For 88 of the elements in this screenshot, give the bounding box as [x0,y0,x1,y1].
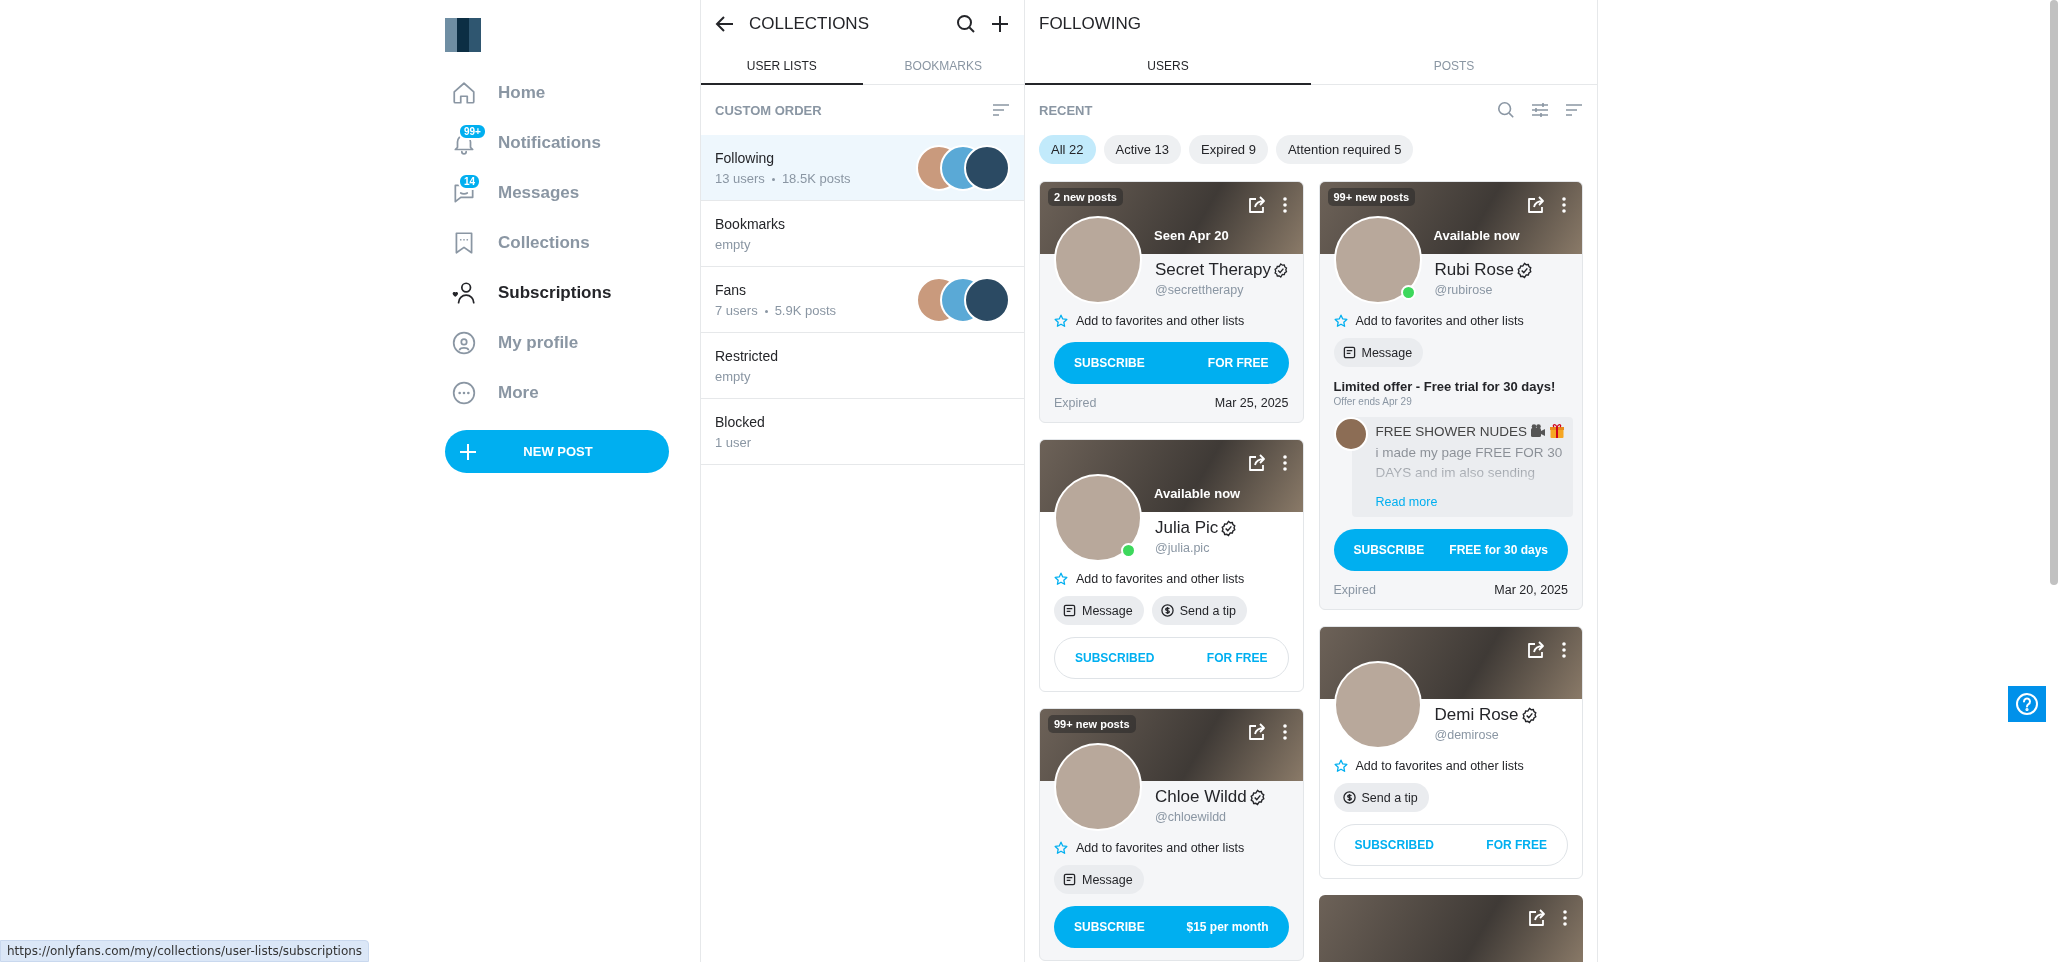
message-icon [1342,346,1356,359]
panel-title: COLLECTIONS [749,14,869,34]
nav-item[interactable]: Subscriptions [445,268,700,318]
plus-icon [459,442,477,461]
new-posts-badge: 2 new posts [1048,188,1123,206]
more-icon[interactable] [1282,197,1287,213]
post-headline: FREE SHOWER NUDES [1375,423,1527,439]
list-item[interactable]: Fans 7 users 5.9K posts [701,267,1024,333]
send-tip-button[interactable]: Send a tip [1333,783,1429,812]
status-text: Available now [1433,228,1520,243]
dollar-coin-icon [1160,604,1174,617]
offer-title: Limited offer - Free trial for 30 days! [1333,379,1557,394]
home-icon [451,80,477,106]
offer-end-date: Offer ends Apr 29 [1333,396,1413,407]
list-item[interactable]: Bookmarks empty [701,201,1024,267]
avatar-placeholder [964,144,1010,191]
panel-title: FOLLOWING [1039,14,1141,34]
profile-name[interactable]: Chloe Wildd [1155,787,1247,807]
separator-dot [764,309,768,313]
more-icon[interactable] [1282,724,1287,740]
star-icon [1333,314,1348,328]
filter-chip[interactable]: Attention required 5 [1275,135,1414,164]
message-button[interactable]: Message [1333,338,1424,367]
search-icon[interactable] [956,14,976,34]
tab[interactable]: USERS [1025,48,1311,85]
message-button[interactable]: Message [1054,596,1144,625]
new-posts-badge: 99+ new posts [1048,715,1136,733]
avatar-placeholder [1333,417,1368,451]
status-text: Available now [1154,486,1241,501]
share-icon[interactable] [1526,195,1546,215]
help-button[interactable] [2008,686,2046,722]
filter-chip[interactable]: Active 13 [1103,135,1181,164]
subscription-status: Expired [1333,583,1376,597]
star-icon [1333,759,1348,773]
filter-chip[interactable]: All 22 [1039,135,1096,164]
share-icon[interactable] [1246,722,1267,742]
favorites-link[interactable]: Add to favorites and other lists [1054,312,1289,330]
star-icon [1054,314,1068,328]
profile-name[interactable]: Demi Rose [1434,705,1519,725]
profile-name[interactable]: Secret Therapy [1155,260,1271,280]
count-badge: 99+ [458,123,487,140]
subscription-status: Expired [1054,396,1097,410]
person-heart-icon [451,280,477,306]
section-label: CUSTOM ORDER [715,102,822,118]
more-icon[interactable] [1562,642,1566,658]
favorites-link[interactable]: Add to favorites and other lists [1333,312,1568,330]
favorites-link[interactable]: Add to favorites and other lists [1333,757,1568,775]
back-arrow-icon[interactable] [715,14,735,34]
filter-chip[interactable]: Expired 9 [1189,135,1268,164]
dollar-coin-icon [1342,791,1356,804]
profile-name[interactable]: Julia Pic [1155,518,1219,538]
message-button[interactable]: Message [1054,865,1144,894]
share-icon[interactable] [1527,908,1547,928]
profile-name[interactable]: Rubi Rose [1434,260,1514,280]
more-icon[interactable] [1282,455,1287,471]
count-badge: 14 [458,173,482,190]
gift-icon [1549,423,1565,439]
share-icon[interactable] [1526,640,1546,660]
favorites-link[interactable]: Add to favorites and other lists [1054,839,1289,857]
list-item[interactable]: Restricted empty [701,333,1024,399]
logo-icon[interactable] [445,18,481,52]
separator-dot [771,177,775,181]
message-icon [1063,873,1076,886]
scrollbar-thumb[interactable] [2050,0,2058,585]
favorites-link[interactable]: Add to favorites and other lists [1054,570,1289,588]
help-icon [2015,692,2039,716]
video-camera-icon [1530,423,1546,439]
star-icon [1054,572,1068,586]
status-bar-url: https://onlyfans.com/my/collections/user-lists/subscriptions [0,940,370,962]
share-icon[interactable] [1246,453,1267,473]
subscription-date: Mar 25, 2025 [1214,396,1289,410]
more-icon [451,380,477,406]
message-icon [1063,604,1076,617]
star-icon [1054,841,1068,855]
more-icon[interactable] [1563,910,1567,926]
plus-icon[interactable] [990,14,1010,34]
tab[interactable]: USER LISTS [701,48,863,85]
profile-icon [451,330,477,356]
list-item[interactable]: Following 13 users 18.5K posts [701,135,1024,201]
sliders-icon[interactable] [1531,101,1549,119]
new-posts-badge: 99+ new posts [1327,188,1415,206]
more-icon[interactable] [1562,197,1566,213]
subscription-date: Mar 20, 2025 [1494,583,1568,597]
list-item[interactable]: Blocked 1 user [701,399,1024,465]
share-icon[interactable] [1246,195,1267,215]
status-text: Seen Apr 20 [1154,228,1229,243]
send-tip-button[interactable]: Send a tip [1151,596,1248,625]
section-label: RECENT [1039,102,1093,118]
